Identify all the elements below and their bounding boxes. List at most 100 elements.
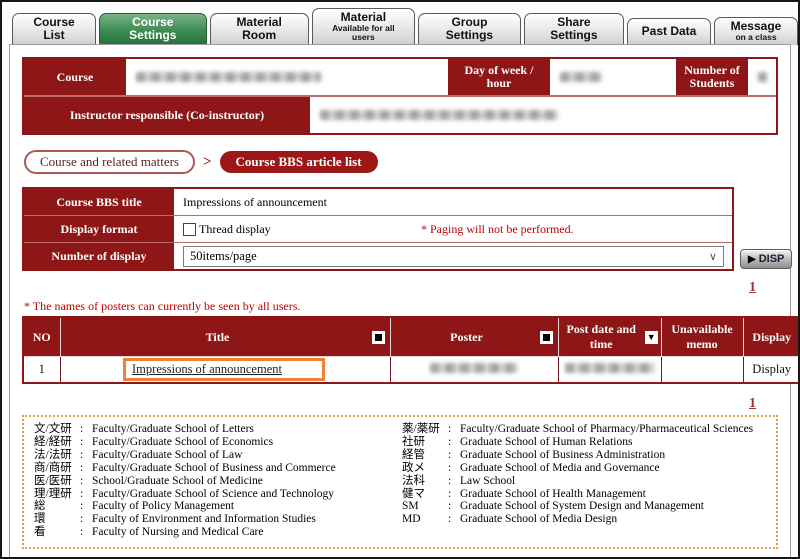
legend-item: 健マ:Graduate School of Health Management: [402, 488, 766, 501]
tab-group-settings[interactable]: Group Settings: [418, 13, 521, 45]
items-per-page-select[interactable]: 50items/page ∨: [183, 246, 724, 267]
display-format-label: Display format: [24, 216, 174, 242]
legend-item: SM:Graduate School of System Design and …: [402, 500, 766, 513]
redacted-instructor-value: [320, 110, 558, 120]
annotation-highlight-box: Impressions of announcement: [123, 358, 325, 381]
redacted-course-value: [136, 72, 321, 82]
legend-item: 商/商研:Faculty/Graduate School of Business…: [34, 462, 402, 475]
redacted-poster-value: [430, 363, 518, 373]
tab-bar: Course List Course Settings Material Roo…: [2, 2, 798, 45]
number-of-students-value: [750, 59, 776, 95]
redacted-students-value: [758, 72, 767, 82]
tab-material-all-users[interactable]: Material Available for all users: [312, 8, 416, 45]
pagination-bottom: 1: [22, 396, 778, 412]
page-link-1-top[interactable]: 1: [749, 280, 756, 295]
col-post-date: Post date and time ▼: [558, 317, 661, 357]
legend-item: 経/経研:Faculty/Graduate School of Economic…: [34, 436, 402, 449]
disp-button[interactable]: ▶DISP: [740, 249, 792, 269]
legend-right-column: 薬/薬研:Faculty/Graduate School of Pharmacy…: [402, 423, 766, 539]
col-no: NO: [23, 317, 60, 357]
legend-item: 文/文研:Faculty/Graduate School of Letters: [34, 423, 402, 436]
main-panel: Course Day of week / hour Number of Stud…: [9, 44, 791, 559]
legend-left-column: 文/文研:Faculty/Graduate School of Letters …: [34, 423, 402, 539]
redacted-day-value: [560, 72, 602, 82]
faculty-legend: 文/文研:Faculty/Graduate School of Letters …: [22, 415, 778, 549]
legend-item: 社研:Graduate School of Human Relations: [402, 436, 766, 449]
legend-item: MD:Graduate School of Media Design: [402, 513, 766, 526]
tab-label: Course List: [23, 16, 85, 42]
legend-item: 看:Faculty of Nursing and Medical Care: [34, 526, 402, 539]
thread-display-checkbox[interactable]: [183, 223, 196, 236]
article-title-cell: Impressions of announcement: [60, 357, 390, 384]
legend-item: 法/法研:Faculty/Graduate School of Law: [34, 449, 402, 462]
tab-share-settings[interactable]: Share Settings: [524, 13, 624, 45]
col-title: Title: [60, 317, 390, 357]
number-of-students-label: Number of Students: [676, 59, 748, 95]
legend-item: 経管:Graduate School of Business Administr…: [402, 449, 766, 462]
breadcrumb: Course and related matters > Course BBS …: [24, 150, 778, 174]
bbs-title-value: Impressions of announcement: [175, 189, 732, 215]
legend-item: 政メ:Graduate School of Media and Governan…: [402, 462, 766, 475]
redacted-date-value: [565, 363, 655, 373]
day-of-week-value: [552, 59, 674, 95]
article-post-date: [558, 357, 661, 384]
course-label: Course: [24, 59, 126, 95]
tab-label: Course Settings: [110, 16, 196, 42]
instructor-value: [312, 97, 776, 133]
legend-item: 法科:Law School: [402, 475, 766, 488]
article-table: NO Title Poster Post date and time: [22, 316, 800, 384]
tab-message[interactable]: Message on a class: [714, 17, 798, 45]
page-link-1-bottom[interactable]: 1: [749, 396, 756, 411]
tab-course-settings[interactable]: Course Settings: [99, 13, 207, 45]
tab-label: Past Data: [642, 25, 697, 38]
pagination-top: 1: [22, 280, 778, 296]
posters-visibility-note: * The names of posters can currently be …: [24, 299, 778, 314]
bbs-title-label: Course BBS title: [24, 189, 174, 215]
sort-title-icon[interactable]: [372, 331, 385, 344]
play-icon: ▶: [748, 254, 756, 265]
legend-item: 理/理研:Faculty/Graduate School of Science …: [34, 488, 402, 501]
day-of-week-label: Day of week / hour: [448, 59, 550, 95]
bbs-form: Course BBS title Impressions of announce…: [22, 187, 778, 271]
article-title-link[interactable]: Impressions of announcement: [132, 362, 282, 376]
col-poster: Poster: [390, 317, 558, 357]
number-of-display-value: 50items/page ∨: [175, 243, 732, 269]
article-display: Display: [743, 357, 800, 384]
course-value: [128, 59, 446, 95]
number-of-display-label: Number of display: [24, 243, 174, 269]
sort-date-desc-icon[interactable]: ▼: [645, 331, 658, 344]
tab-past-data[interactable]: Past Data: [627, 18, 711, 45]
chevron-down-icon: ∨: [709, 250, 717, 263]
instructor-label: Instructor responsible (Co-instructor): [24, 97, 310, 133]
tab-label: Share Settings: [535, 16, 613, 42]
col-post-date-label: Post date and time: [562, 322, 641, 352]
breadcrumb-separator: >: [203, 154, 212, 171]
article-no: 1: [23, 357, 60, 384]
tab-sublabel: on a class: [735, 33, 776, 42]
page-frame: Course List Course Settings Material Roo…: [0, 0, 800, 559]
items-per-page-selected: 50items/page: [190, 249, 257, 264]
tab-label: Material Room: [221, 16, 298, 42]
legend-item: 薬/薬研:Faculty/Graduate School of Pharmacy…: [402, 423, 766, 436]
col-memo: Unavailable memo: [661, 317, 743, 357]
course-info-table: Course Day of week / hour Number of Stud…: [22, 57, 778, 135]
legend-item: 環:Faculty of Environment and Information…: [34, 513, 402, 526]
sort-poster-icon[interactable]: [540, 331, 553, 344]
article-header-row: NO Title Poster Post date and time: [23, 317, 800, 357]
bbs-form-table: Course BBS title Impressions of announce…: [22, 187, 734, 271]
article-memo: [661, 357, 743, 384]
thread-display-label: Thread display: [199, 222, 271, 237]
tab-course-list[interactable]: Course List: [12, 13, 96, 45]
tab-label: Group Settings: [429, 16, 510, 42]
article-poster: [390, 357, 558, 384]
col-title-label: Title: [64, 330, 372, 345]
breadcrumb-parent-button[interactable]: Course and related matters: [24, 150, 195, 174]
paging-note: * Paging will not be performed.: [271, 222, 724, 237]
tab-sublabel: Available for all users: [323, 24, 405, 42]
display-format-value: Thread display * Paging will not be perf…: [175, 216, 732, 242]
tab-material-room[interactable]: Material Room: [210, 13, 309, 45]
legend-item: 総:Faculty of Policy Management: [34, 500, 402, 513]
disp-button-label: DISP: [759, 253, 785, 265]
article-row: 1 Impressions of announcement Display: [23, 357, 800, 384]
col-display: Display: [743, 317, 800, 357]
